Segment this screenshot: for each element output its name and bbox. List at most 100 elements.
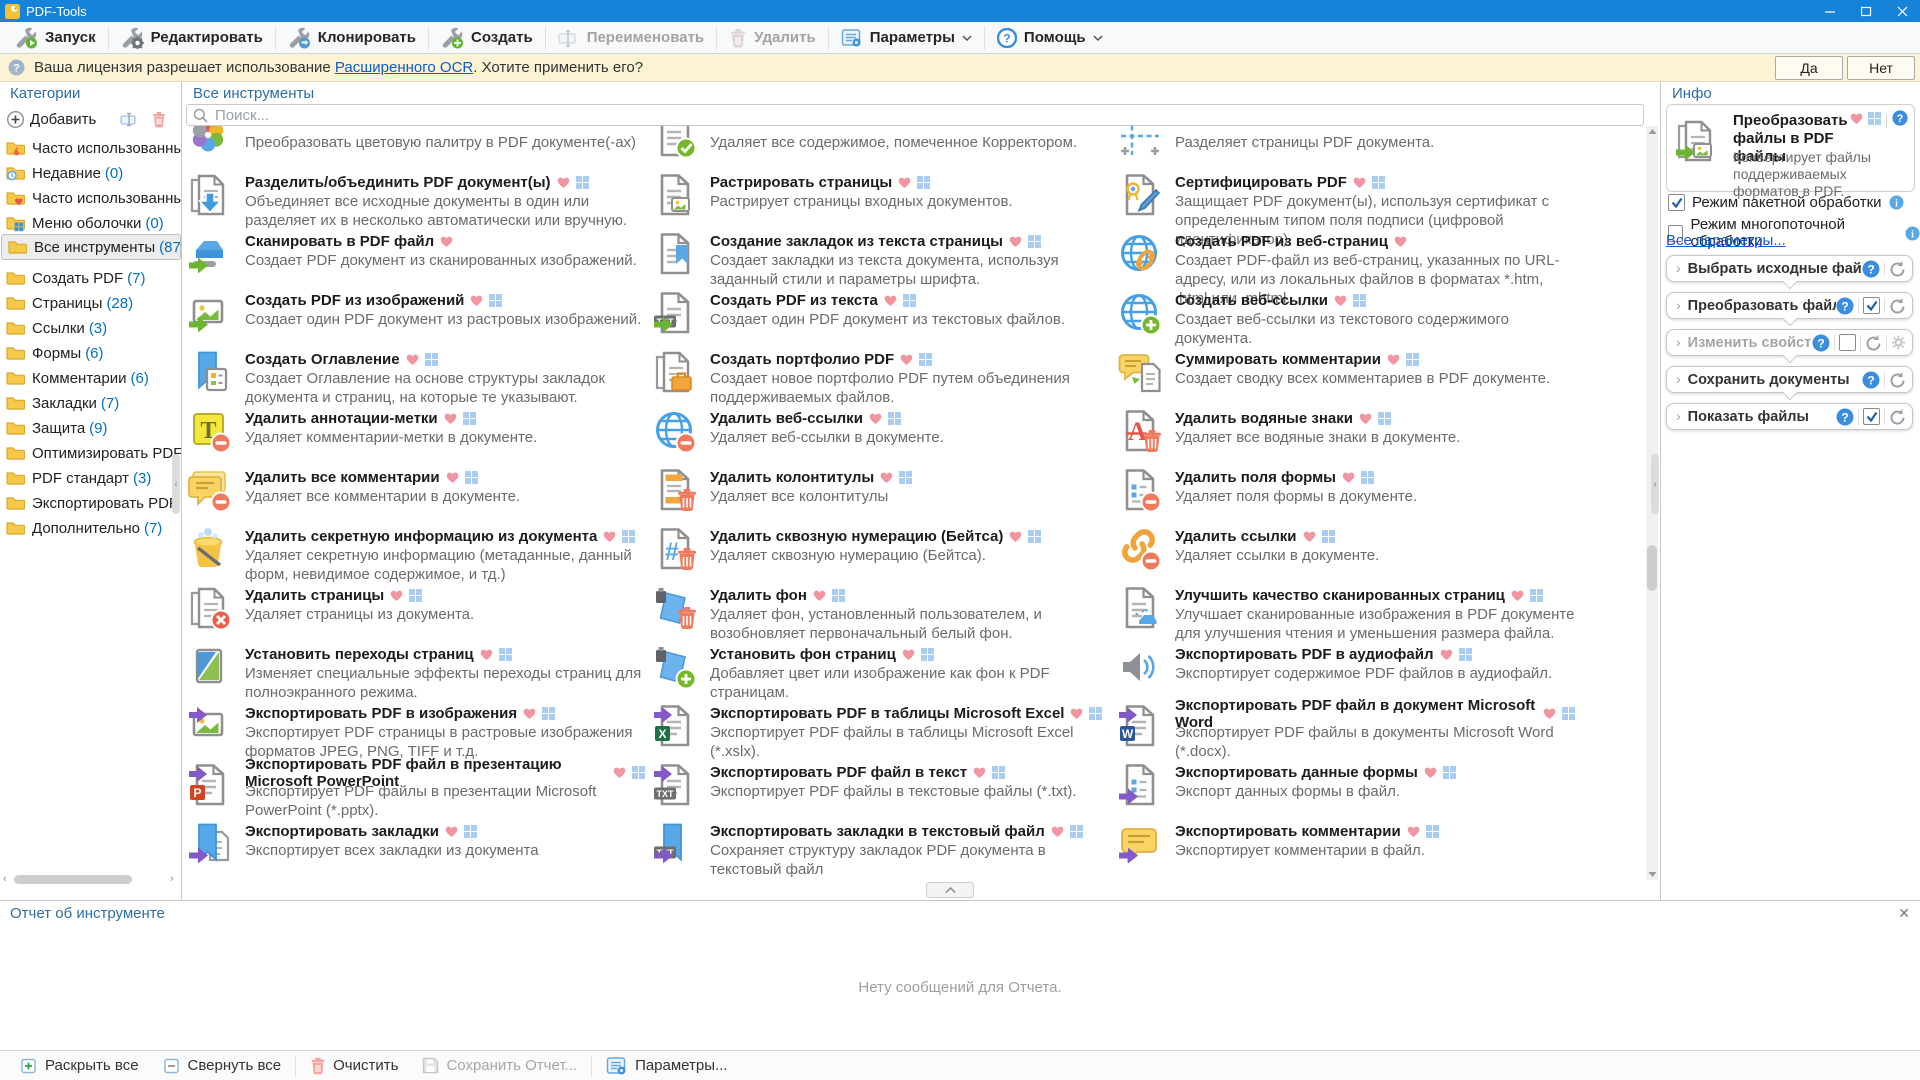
tool-remove-markup[interactable]: T Удалить аннотации-меткиУдаляет коммент… (188, 409, 643, 467)
tool-export-excel[interactable]: X Экспортировать PDF в таблицы Microsoft… (653, 704, 1108, 762)
sidebar-item-pdf-standard[interactable]: PDF стандарт(3) (0, 466, 181, 490)
reset-icon[interactable] (1889, 408, 1906, 425)
tool-export-word[interactable]: W Экспортировать PDF файл в документ Mic… (1118, 704, 1573, 762)
tool-export-ppt[interactable]: P Экспортировать PDF файл в презентацию … (188, 763, 643, 821)
sidebar-item-forms[interactable]: Формы(6) (0, 341, 181, 365)
tool-remove-pages[interactable]: Удалить страницыУдаляет страницы из доку… (188, 586, 643, 644)
add-category-button[interactable]: Добавить (7, 111, 106, 128)
tool-remove-form-fields[interactable]: Удалить поля формыУдаляет поля формы в д… (1118, 468, 1573, 526)
help-icon[interactable]: ? (1836, 297, 1854, 315)
tool-create-web-links[interactable]: Создать веб-ссылкиСоздает веб-ссылки из … (1118, 291, 1573, 349)
tool-bookmarks-from-text[interactable]: Создание закладок из текста страницыСозд… (653, 232, 1108, 290)
sidebar-item-recent[interactable]: Недавние(0) (0, 161, 181, 185)
section-select-source-files[interactable]: ›Выбрать исходные файлы? (1666, 255, 1913, 282)
toolbar-button-delete[interactable]: Удалить (718, 24, 827, 52)
sidebar-item-comments[interactable]: Комментарии(6) (0, 366, 181, 390)
help-icon[interactable]: ? (1812, 334, 1830, 352)
sidebar-item-optimize-pdf[interactable]: Оптимизировать PDF документы (0, 441, 181, 465)
sidebar-item-security[interactable]: Защита(9) (0, 416, 181, 440)
report-toolbar-save-report[interactable]: Сохранить Отчет... (410, 1053, 589, 1079)
tool-export-form-data[interactable]: Экспортировать данные формыЭкспорт данны… (1118, 763, 1573, 821)
search-box[interactable] (186, 104, 1644, 126)
sidebar-item-shell-menu[interactable]: Меню оболочки(0) (0, 211, 181, 235)
sidebar-item-bookmarks[interactable]: Закладки(7) (0, 391, 181, 415)
minimize-button[interactable] (1812, 0, 1848, 22)
toolbar-button-help[interactable]: ?Помощь (986, 24, 1114, 52)
tool-scan-to-pdf[interactable]: Сканировать в PDF файлСоздает PDF докуме… (188, 232, 643, 290)
tool-rasterize-pages[interactable]: Растрировать страницыРастрирует страницы… (653, 173, 1108, 231)
help-icon[interactable]: ? (1836, 408, 1854, 426)
sidebar-splitter-handle[interactable]: ‹ (172, 454, 180, 514)
tool-export-bookmarks[interactable]: Экспортировать закладкиЭкспортирует всех… (188, 822, 643, 880)
batch-mode-checkbox[interactable] (1668, 194, 1685, 211)
sidebar-item-misc[interactable]: Дополнительно(7) (0, 516, 181, 540)
vscroll-thumb[interactable] (1647, 545, 1657, 591)
sidebar-item-pages[interactable]: Страницы(28) (0, 291, 181, 315)
tool-split-merge[interactable]: Разделить/объединить PDF документ(ы)Объе… (188, 173, 643, 231)
tool-certify-pdf[interactable]: Сертифицировать PDFЗащищает PDF документ… (1118, 173, 1573, 231)
tool-create-toc[interactable]: Создать ОглавлениеСоздает Оглавление на … (188, 350, 643, 408)
section-save-documents[interactable]: ›Сохранить документы? (1666, 366, 1913, 393)
search-input[interactable] (213, 106, 1517, 125)
tool-remove-headers-footers[interactable]: Удалить колонтитулыУдаляет все колонтиту… (653, 468, 1108, 526)
tool-summarize-comments[interactable]: Суммировать комментарииСоздает сводку вс… (1118, 350, 1573, 408)
tool-create-portfolio[interactable]: Создать портфолио PDFСоздает новое портф… (653, 350, 1108, 408)
report-toolbar-clear[interactable]: Очистить (298, 1053, 410, 1079)
tool-remove-bates[interactable]: # Удалить сквозную нумерацию (Бейтса)Уда… (653, 527, 1108, 585)
toolbar-button-clone[interactable]: Клонировать (277, 24, 427, 52)
yes-button[interactable]: Да (1775, 56, 1843, 80)
reset-icon[interactable] (1889, 260, 1906, 277)
tool-enhance-scans[interactable]: Улучшить качество сканированных страницУ… (1118, 586, 1573, 644)
tool-pdf-from-text[interactable]: TXT Создать PDF из текстаСоздает один PD… (653, 291, 1108, 349)
scroll-right-icon[interactable]: › (170, 873, 174, 885)
tool-export-text[interactable]: TXT Экспортировать PDF файл в текстЭкспо… (653, 763, 1108, 821)
tool-export-bookmarks-text[interactable]: TXT Экспортировать закладки в текстовый … (653, 822, 1108, 880)
tool-remove-corrections[interactable]: Удаляет все содержимое, помеченное Корре… (653, 126, 1108, 172)
tool-remove-links[interactable]: Удалить ссылкиУдаляет ссылки в документе… (1118, 527, 1573, 585)
report-toolbar-collapse-all[interactable]: Свернуть все (151, 1053, 294, 1079)
info-splitter-handle[interactable]: › (1651, 454, 1659, 514)
toolbar-button-run[interactable]: Запуск (4, 24, 107, 52)
tool-pdf-from-web[interactable]: Создать PDF из веб-страницСоздает PDF-фа… (1118, 232, 1573, 290)
sidebar-item-favorites[interactable]: Часто использованные(0) (0, 186, 181, 210)
delete-category-icon[interactable] (151, 111, 167, 128)
info-icon[interactable]: i (1905, 226, 1920, 241)
tool-remove-web-links[interactable]: Удалить веб-ссылкиУдаляет веб-ссылки в д… (653, 409, 1108, 467)
reset-icon[interactable] (1889, 297, 1906, 314)
section-change-properties[interactable]: ›Изменить свойства ..? (1666, 329, 1913, 356)
maximize-button[interactable] (1848, 0, 1884, 22)
tool-split-pages[interactable]: Разделяет страницы PDF документа. (1118, 126, 1573, 172)
tool-set-background[interactable]: Установить фон страницДобавляет цвет или… (653, 645, 1108, 703)
close-button[interactable] (1884, 0, 1920, 22)
section-show-files[interactable]: ›Показать файлы? (1666, 403, 1913, 430)
info-icon[interactable]: i (1889, 195, 1904, 210)
reset-icon[interactable] (1889, 371, 1906, 388)
toolbar-button-options[interactable]: Параметры (830, 24, 983, 52)
favorite-heart-icon[interactable] (1850, 112, 1863, 130)
all-params-link[interactable]: Все параметры... (1666, 232, 1786, 249)
gear-icon[interactable] (1891, 335, 1906, 350)
tool-export-comments[interactable]: Экспортировать комментарииЭкспортирует к… (1118, 822, 1573, 880)
tool-help-icon[interactable]: ? (1892, 110, 1908, 131)
tool-export-audio[interactable]: Экспортировать PDF в аудиофайлЭкспортиру… (1118, 645, 1573, 703)
report-close-icon[interactable]: ✕ (1898, 905, 1910, 922)
report-toolbar-expand-all[interactable]: Раскрыть все (8, 1053, 151, 1079)
sidebar-item-frequent-hot[interactable]: Часто использованные(0) (0, 136, 181, 160)
tool-export-images[interactable]: Экспортировать PDF в изображенияЭкспорти… (188, 704, 643, 762)
report-toolbar-params[interactable]: Параметры... (594, 1053, 739, 1079)
help-icon[interactable]: ? (1862, 371, 1880, 389)
tool-remove-watermarks[interactable]: A Удалить водяные знакиУдаляет все водян… (1118, 409, 1573, 467)
help-icon[interactable]: ? (1862, 260, 1880, 278)
section-checkbox[interactable] (1863, 297, 1880, 314)
hscroll-thumb[interactable] (14, 875, 132, 884)
no-button[interactable]: Нет (1847, 56, 1915, 80)
rename-category-icon[interactable] (120, 112, 139, 127)
section-checkbox[interactable] (1839, 334, 1856, 351)
tool-page-transitions[interactable]: Установить переходы страницИзменяет спец… (188, 645, 643, 703)
section-convert-files-to[interactable]: ›Преобразовать файлы в ..? (1666, 292, 1913, 319)
scroll-left-icon[interactable]: ‹ (3, 873, 7, 885)
tool-pdf-from-images[interactable]: Создать PDF из изображенийСоздает один P… (188, 291, 643, 349)
section-checkbox[interactable] (1863, 408, 1880, 425)
sidebar-item-export-pdf[interactable]: Экспортировать PDF(7) (0, 491, 181, 515)
tool-remove-comments[interactable]: Удалить все комментарииУдаляет все комме… (188, 468, 643, 526)
